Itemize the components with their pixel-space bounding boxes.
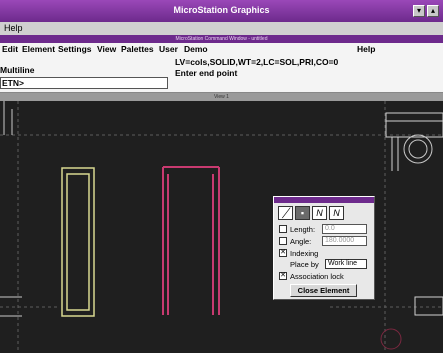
minimize-button[interactable]: ▾ xyxy=(413,5,425,17)
bottom-detail-element xyxy=(380,328,402,350)
indexing-label: Indexing xyxy=(290,249,319,258)
place-by-dropdown[interactable]: Work line xyxy=(325,259,367,269)
dialog-caption xyxy=(274,197,374,203)
status-line-settings: LV=cols,SOLID,WT=2,LC=SOL,PRI,CO=0 xyxy=(175,57,339,67)
view-title-bar: View 1 xyxy=(0,93,443,101)
length-field[interactable]: 0.0 xyxy=(322,224,367,234)
menu-help[interactable]: Help xyxy=(4,23,23,33)
drawing-canvas[interactable] xyxy=(0,101,443,353)
angle-checkbox[interactable] xyxy=(279,237,287,245)
menu-edit[interactable]: Edit xyxy=(2,44,18,54)
command-window-caption: MicroStation Command Window - untitled xyxy=(0,35,443,43)
maximize-button[interactable]: ▴ xyxy=(427,5,439,17)
menu-palettes[interactable]: Palettes xyxy=(121,44,154,54)
right-wall-element xyxy=(385,112,443,316)
fill-mode-icon[interactable]: ▪ xyxy=(295,206,310,220)
indexing-checkbox[interactable]: ✕ xyxy=(279,249,287,257)
angle-field[interactable]: 180.0000 xyxy=(322,236,367,246)
menu-element[interactable]: Element xyxy=(22,44,55,54)
menu-user[interactable]: User xyxy=(159,44,178,54)
magenta-multiline-element xyxy=(162,166,220,315)
title-bar: MicroStation Graphics ▾ ▴ xyxy=(0,0,443,22)
length-label: Length: xyxy=(290,225,316,234)
keyin-field[interactable]: ETN> xyxy=(0,77,168,89)
menu-help-command[interactable]: Help xyxy=(357,44,375,54)
menu-settings[interactable]: Settings xyxy=(58,44,92,54)
application-menu-bar: Help xyxy=(0,22,443,35)
keyin-prompt: ETN> xyxy=(2,78,24,88)
window-title: MicroStation Graphics xyxy=(173,5,270,15)
angle-label: Angle: xyxy=(290,237,312,246)
join-mode-icon[interactable]: N xyxy=(312,206,327,220)
status-area: LV=cols,SOLID,WT=2,LC=SOL,PRI,CO=0 Enter… xyxy=(175,57,338,79)
active-tool-label: Multiline xyxy=(0,65,35,75)
status-line-prompt: Enter end point xyxy=(175,68,238,78)
association-label: Association lock xyxy=(290,272,344,281)
place-multiline-dialog: ╱ ▪ N N Length: 0.0 Angle: 180.0000 ✕ In… xyxy=(273,196,375,300)
length-checkbox[interactable] xyxy=(279,225,287,233)
line-mode-icon[interactable]: ╱ xyxy=(278,206,293,220)
association-checkbox[interactable]: ✕ xyxy=(279,272,287,280)
left-wall-element xyxy=(0,101,22,317)
close-element-button[interactable]: Close Element xyxy=(290,284,357,297)
drawing-view[interactable] xyxy=(0,101,443,353)
menu-view[interactable]: View xyxy=(97,44,116,54)
right-circle-symbol xyxy=(403,134,433,164)
join-alt-mode-icon[interactable]: N xyxy=(329,206,344,220)
place-by-label: Place by xyxy=(290,260,319,269)
yellow-multiline-element xyxy=(61,167,95,317)
menu-demo[interactable]: Demo xyxy=(184,44,208,54)
